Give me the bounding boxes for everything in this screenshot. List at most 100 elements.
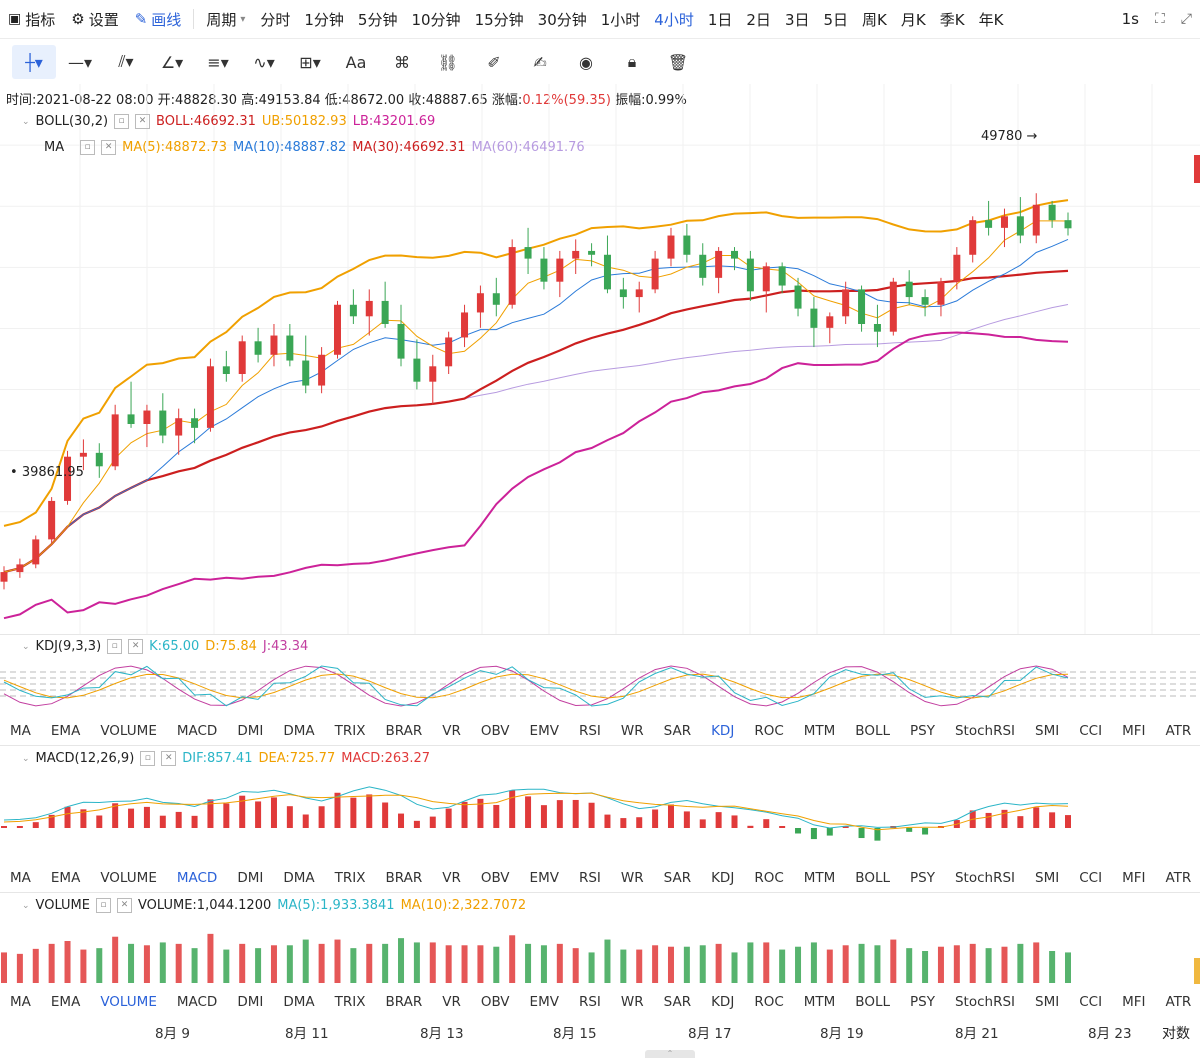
parallel-lines-icon[interactable]: ⫽▾ bbox=[104, 45, 148, 79]
indicator-tab-rsi[interactable]: RSI bbox=[569, 994, 611, 1010]
close-icon[interactable]: ✕ bbox=[135, 114, 151, 129]
indicators-button[interactable]: ▣ 指标 bbox=[0, 9, 63, 30]
settings-icon[interactable]: ▫ bbox=[114, 114, 130, 129]
horizontal-line-icon[interactable]: —▾ bbox=[58, 45, 102, 79]
indicator-tab-sar[interactable]: SAR bbox=[654, 994, 701, 1010]
wave-icon[interactable]: ∿▾ bbox=[242, 45, 286, 79]
indicator-tab-cci[interactable]: CCI bbox=[1069, 994, 1112, 1010]
indicator-tab-obv[interactable]: OBV bbox=[471, 994, 520, 1010]
indicator-tab-cci[interactable]: CCI bbox=[1069, 870, 1112, 886]
indicator-tab-sar[interactable]: SAR bbox=[654, 723, 701, 739]
indicator-tab-brar[interactable]: BRAR bbox=[375, 723, 432, 739]
indicator-tab-ma[interactable]: MA bbox=[0, 994, 41, 1010]
close-icon[interactable]: ✕ bbox=[101, 140, 117, 155]
indicator-tab-stochrsi[interactable]: StochRSI bbox=[945, 723, 1025, 739]
eye-icon[interactable]: ◉ bbox=[564, 45, 608, 79]
indicator-tab-mtm[interactable]: MTM bbox=[794, 994, 846, 1010]
indicator-tab-psy[interactable]: PSY bbox=[900, 994, 945, 1010]
interval-11[interactable]: 5日 bbox=[816, 9, 855, 30]
indicator-tab-rsi[interactable]: RSI bbox=[569, 870, 611, 886]
lock-icon[interactable]: 🔒︎ bbox=[610, 45, 654, 79]
indicator-tab-obv[interactable]: OBV bbox=[471, 723, 520, 739]
indicator-tab-atr[interactable]: ATR bbox=[1155, 870, 1200, 886]
indicator-tab-mtm[interactable]: MTM bbox=[794, 870, 846, 886]
log-scale-toggle[interactable]: 对数 bbox=[1162, 1023, 1190, 1043]
channel-icon[interactable]: ≡▾ bbox=[196, 45, 240, 79]
indicator-tab-atr[interactable]: ATR bbox=[1155, 723, 1200, 739]
settings-icon[interactable]: ▫ bbox=[140, 751, 156, 766]
collapse-icon[interactable]: ⌄ bbox=[22, 901, 30, 911]
drawing-button[interactable]: ✎ 画线 bbox=[127, 9, 190, 30]
indicator-tab-atr[interactable]: ATR bbox=[1155, 994, 1200, 1010]
speed-button[interactable]: 1s bbox=[1114, 10, 1147, 28]
indicator-tab-smi[interactable]: SMI bbox=[1025, 994, 1069, 1010]
interval-14[interactable]: 季K bbox=[933, 9, 972, 30]
indicator-tab-roc[interactable]: ROC bbox=[744, 723, 793, 739]
indicator-tab-volume[interactable]: VOLUME bbox=[90, 870, 167, 886]
interval-2[interactable]: 5分钟 bbox=[351, 9, 405, 30]
close-icon[interactable]: ✕ bbox=[161, 751, 177, 766]
indicator-tab-macd[interactable]: MACD bbox=[167, 870, 227, 886]
indicator-tab-ma[interactable]: MA bbox=[0, 870, 41, 886]
interval-6[interactable]: 1小时 bbox=[594, 9, 648, 30]
magnet-icon[interactable]: ⌘ bbox=[380, 45, 424, 79]
indicator-tab-brar[interactable]: BRAR bbox=[375, 994, 432, 1010]
indicator-tab-sar[interactable]: SAR bbox=[654, 870, 701, 886]
fullscreen-icon[interactable]: ⛶ bbox=[1147, 11, 1173, 27]
interval-3[interactable]: 10分钟 bbox=[404, 9, 467, 30]
collapse-icon[interactable]: ⌄ bbox=[22, 754, 30, 764]
indicator-tab-ma[interactable]: MA bbox=[0, 723, 41, 739]
brush-icon[interactable]: ✍ bbox=[518, 45, 562, 79]
indicator-tab-trix[interactable]: TRIX bbox=[325, 870, 376, 886]
interval-4[interactable]: 15分钟 bbox=[468, 9, 531, 30]
interval-7[interactable]: 4小时 bbox=[647, 9, 701, 30]
indicator-tab-trix[interactable]: TRIX bbox=[325, 994, 376, 1010]
indicator-tab-ema[interactable]: EMA bbox=[41, 723, 90, 739]
indicator-tab-vr[interactable]: VR bbox=[432, 723, 471, 739]
settings-icon[interactable]: ▫ bbox=[107, 639, 123, 654]
collapse-icon[interactable]: ⌄ bbox=[22, 642, 30, 652]
interval-0[interactable]: 分时 bbox=[253, 9, 297, 30]
indicator-tab-trix[interactable]: TRIX bbox=[325, 723, 376, 739]
indicator-tab-boll[interactable]: BOLL bbox=[845, 994, 900, 1010]
measure-icon[interactable]: ⊞▾ bbox=[288, 45, 332, 79]
indicator-tab-volume[interactable]: VOLUME bbox=[90, 723, 167, 739]
interval-1[interactable]: 1分钟 bbox=[297, 9, 351, 30]
indicator-tab-roc[interactable]: ROC bbox=[744, 994, 793, 1010]
close-icon[interactable]: ✕ bbox=[116, 898, 132, 913]
indicator-tab-boll[interactable]: BOLL bbox=[845, 723, 900, 739]
indicator-tab-boll[interactable]: BOLL bbox=[845, 870, 900, 886]
indicator-tab-roc[interactable]: ROC bbox=[744, 870, 793, 886]
indicator-tab-brar[interactable]: BRAR bbox=[375, 870, 432, 886]
interval-15[interactable]: 年K bbox=[972, 9, 1011, 30]
indicator-tab-stochrsi[interactable]: StochRSI bbox=[945, 870, 1025, 886]
indicator-tab-macd[interactable]: MACD bbox=[167, 994, 227, 1010]
link-icon[interactable]: ⛓ bbox=[426, 45, 470, 79]
interval-12[interactable]: 周K bbox=[855, 9, 894, 30]
indicator-tab-kdj[interactable]: KDJ bbox=[701, 870, 744, 886]
indicator-tab-wr[interactable]: WR bbox=[611, 723, 654, 739]
indicator-tab-dma[interactable]: DMA bbox=[273, 994, 324, 1010]
indicator-tab-dma[interactable]: DMA bbox=[273, 870, 324, 886]
indicator-tab-wr[interactable]: WR bbox=[611, 870, 654, 886]
interval-9[interactable]: 2日 bbox=[739, 9, 778, 30]
indicator-tab-smi[interactable]: SMI bbox=[1025, 870, 1069, 886]
settings-button[interactable]: ⚙ 设置 bbox=[63, 9, 126, 30]
indicator-tab-kdj[interactable]: KDJ bbox=[701, 994, 744, 1010]
indicator-tab-cci[interactable]: CCI bbox=[1069, 723, 1112, 739]
indicator-tab-mtm[interactable]: MTM bbox=[794, 723, 846, 739]
indicator-tab-stochrsi[interactable]: StochRSI bbox=[945, 994, 1025, 1010]
indicator-tab-mfi[interactable]: MFI bbox=[1112, 994, 1155, 1010]
collapse-icon[interactable]: ⌄ bbox=[22, 117, 30, 127]
scroll-handle[interactable]: ⌃ bbox=[645, 1050, 695, 1058]
indicator-tab-smi[interactable]: SMI bbox=[1025, 723, 1069, 739]
interval-8[interactable]: 1日 bbox=[701, 9, 740, 30]
indicator-tab-emv[interactable]: EMV bbox=[520, 723, 569, 739]
period-dropdown[interactable]: 周期 ▾ bbox=[198, 9, 253, 30]
indicator-tab-wr[interactable]: WR bbox=[611, 994, 654, 1010]
indicator-tab-psy[interactable]: PSY bbox=[900, 870, 945, 886]
indicator-tab-obv[interactable]: OBV bbox=[471, 870, 520, 886]
crosshair-icon[interactable]: ┼▾ bbox=[12, 45, 56, 79]
settings-icon[interactable]: ▫ bbox=[95, 898, 111, 913]
indicator-tab-dmi[interactable]: DMI bbox=[227, 723, 273, 739]
